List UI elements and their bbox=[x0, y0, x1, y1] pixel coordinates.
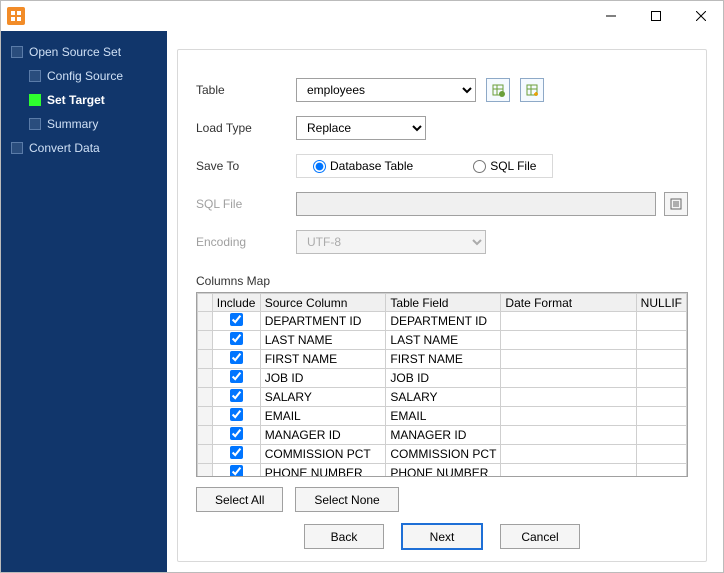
step-summary[interactable]: Summary bbox=[29, 117, 157, 131]
table-field-cell[interactable]: FIRST NAME bbox=[386, 350, 501, 369]
columns-map-label: Columns Map bbox=[196, 274, 688, 288]
table-field-cell[interactable]: SALARY bbox=[386, 388, 501, 407]
source-column-cell[interactable]: LAST NAME bbox=[260, 331, 386, 350]
date-format-cell[interactable] bbox=[501, 388, 636, 407]
nullif-cell[interactable] bbox=[636, 388, 686, 407]
include-checkbox[interactable] bbox=[230, 427, 243, 440]
step-set-target[interactable]: Set Target bbox=[29, 93, 157, 107]
app-icon bbox=[7, 7, 25, 25]
col-header-nullif[interactable]: NULLIF bbox=[636, 294, 686, 312]
encoding-label: Encoding bbox=[196, 235, 296, 249]
nullif-cell[interactable] bbox=[636, 445, 686, 464]
refresh-table-icon[interactable] bbox=[486, 78, 510, 102]
table-row[interactable]: PHONE NUMBERPHONE NUMBER bbox=[198, 464, 687, 478]
back-button[interactable]: Back bbox=[304, 524, 384, 549]
select-none-button[interactable]: Select None bbox=[295, 487, 398, 512]
minimize-button[interactable] bbox=[588, 1, 633, 31]
include-checkbox[interactable] bbox=[230, 313, 243, 326]
col-header-include[interactable]: Include bbox=[212, 294, 260, 312]
nullif-cell[interactable] bbox=[636, 464, 686, 478]
nullif-cell[interactable] bbox=[636, 350, 686, 369]
next-button[interactable]: Next bbox=[402, 524, 482, 549]
wizard-sidebar: Open Source Set Config Source Set Target… bbox=[1, 31, 167, 572]
table-row[interactable]: FIRST NAMEFIRST NAME bbox=[198, 350, 687, 369]
table-row[interactable]: JOB IDJOB ID bbox=[198, 369, 687, 388]
date-format-cell[interactable] bbox=[501, 445, 636, 464]
source-column-cell[interactable]: MANAGER ID bbox=[260, 426, 386, 445]
load-type-label: Load Type bbox=[196, 121, 296, 135]
include-checkbox[interactable] bbox=[230, 389, 243, 402]
save-to-label: Save To bbox=[196, 159, 296, 173]
source-column-cell[interactable]: SALARY bbox=[260, 388, 386, 407]
source-column-cell[interactable]: EMAIL bbox=[260, 407, 386, 426]
source-column-cell[interactable]: JOB ID bbox=[260, 369, 386, 388]
date-format-cell[interactable] bbox=[501, 369, 636, 388]
table-field-cell[interactable]: COMMISSION PCT bbox=[386, 445, 501, 464]
titlebar bbox=[1, 1, 723, 31]
table-field-cell[interactable]: MANAGER ID bbox=[386, 426, 501, 445]
source-column-cell[interactable]: PHONE NUMBER bbox=[260, 464, 386, 478]
step-open-source-set[interactable]: Open Source Set bbox=[11, 45, 157, 59]
load-type-select[interactable]: Replace bbox=[296, 116, 426, 140]
include-checkbox[interactable] bbox=[230, 332, 243, 345]
include-checkbox[interactable] bbox=[230, 465, 243, 477]
table-label: Table bbox=[196, 83, 296, 97]
table-row[interactable]: LAST NAMELAST NAME bbox=[198, 331, 687, 350]
step-config-source[interactable]: Config Source bbox=[29, 69, 157, 83]
source-column-cell[interactable]: FIRST NAME bbox=[260, 350, 386, 369]
date-format-cell[interactable] bbox=[501, 312, 636, 331]
step-convert-data[interactable]: Convert Data bbox=[11, 141, 157, 155]
include-checkbox[interactable] bbox=[230, 370, 243, 383]
nullif-cell[interactable] bbox=[636, 407, 686, 426]
cancel-button[interactable]: Cancel bbox=[500, 524, 580, 549]
include-checkbox[interactable] bbox=[230, 446, 243, 459]
nullif-cell[interactable] bbox=[636, 369, 686, 388]
nullif-cell[interactable] bbox=[636, 331, 686, 350]
col-header-field[interactable]: Table Field bbox=[386, 294, 501, 312]
nullif-cell[interactable] bbox=[636, 312, 686, 331]
save-to-db-radio[interactable]: Database Table bbox=[313, 159, 413, 173]
sql-file-input bbox=[296, 192, 656, 216]
save-to-sql-radio[interactable]: SQL File bbox=[473, 159, 536, 173]
date-format-cell[interactable] bbox=[501, 426, 636, 445]
include-checkbox[interactable] bbox=[230, 351, 243, 364]
source-column-cell[interactable]: COMMISSION PCT bbox=[260, 445, 386, 464]
table-field-cell[interactable]: JOB ID bbox=[386, 369, 501, 388]
col-header-source[interactable]: Source Column bbox=[260, 294, 386, 312]
browse-file-icon[interactable] bbox=[664, 192, 688, 216]
maximize-button[interactable] bbox=[633, 1, 678, 31]
source-column-cell[interactable]: DEPARTMENT ID bbox=[260, 312, 386, 331]
table-field-cell[interactable]: LAST NAME bbox=[386, 331, 501, 350]
date-format-cell[interactable] bbox=[501, 407, 636, 426]
select-all-button[interactable]: Select All bbox=[196, 487, 283, 512]
table-field-cell[interactable]: PHONE NUMBER bbox=[386, 464, 501, 478]
table-row[interactable]: DEPARTMENT IDDEPARTMENT ID bbox=[198, 312, 687, 331]
nullif-cell[interactable] bbox=[636, 426, 686, 445]
close-button[interactable] bbox=[678, 1, 723, 31]
date-format-cell[interactable] bbox=[501, 464, 636, 478]
date-format-cell[interactable] bbox=[501, 331, 636, 350]
new-table-icon[interactable] bbox=[520, 78, 544, 102]
col-header-dateformat[interactable]: Date Format bbox=[501, 294, 636, 312]
table-field-cell[interactable]: EMAIL bbox=[386, 407, 501, 426]
table-row[interactable]: MANAGER IDMANAGER ID bbox=[198, 426, 687, 445]
table-field-cell[interactable]: DEPARTMENT ID bbox=[386, 312, 501, 331]
sql-file-label: SQL File bbox=[196, 197, 296, 211]
columns-map-table[interactable]: Include Source Column Table Field Date F… bbox=[196, 292, 688, 477]
table-row[interactable]: EMAILEMAIL bbox=[198, 407, 687, 426]
date-format-cell[interactable] bbox=[501, 350, 636, 369]
encoding-select: UTF-8 bbox=[296, 230, 486, 254]
table-row[interactable]: COMMISSION PCTCOMMISSION PCT bbox=[198, 445, 687, 464]
table-row[interactable]: SALARYSALARY bbox=[198, 388, 687, 407]
include-checkbox[interactable] bbox=[230, 408, 243, 421]
table-select[interactable]: employees bbox=[296, 78, 476, 102]
